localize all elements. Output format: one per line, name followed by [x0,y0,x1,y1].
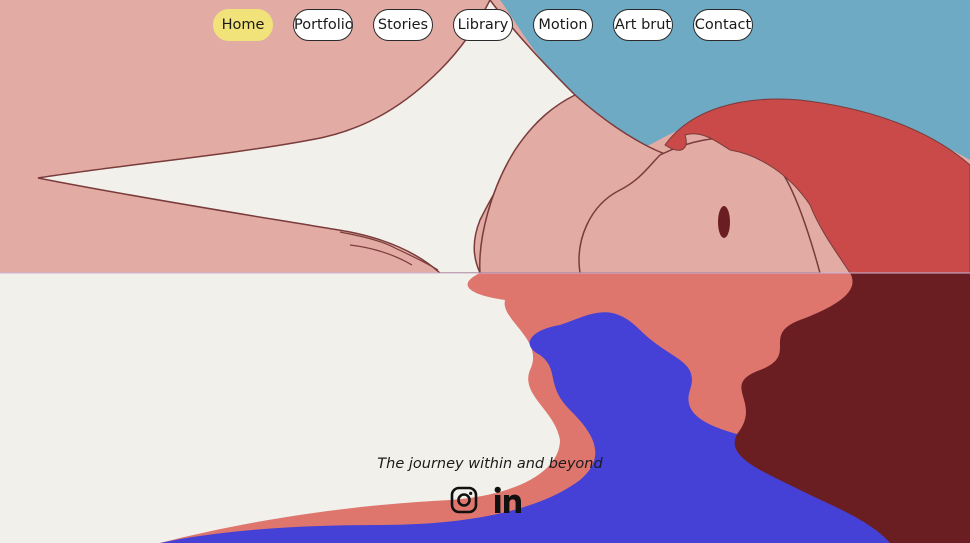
main-nav: Home Portfolio Stories Library Motion Ar… [0,0,970,50]
nav-portfolio-button[interactable]: Portfolio [293,9,353,41]
nav-motion-button[interactable]: Motion [533,9,593,41]
nav-art-brut-button[interactable]: Art brut [613,9,673,41]
nav-stories-button[interactable]: Stories [373,9,433,41]
instagram-icon[interactable] [448,484,480,516]
nav-home-button[interactable]: Home [213,9,273,41]
nav-contact-button[interactable]: Contact [693,9,753,41]
nav-library-button[interactable]: Library [453,9,513,41]
page: Home Portfolio Stories Library Motion Ar… [0,0,970,543]
tagline: The journey within and beyond [377,456,603,472]
linkedin-icon[interactable] [492,484,524,516]
